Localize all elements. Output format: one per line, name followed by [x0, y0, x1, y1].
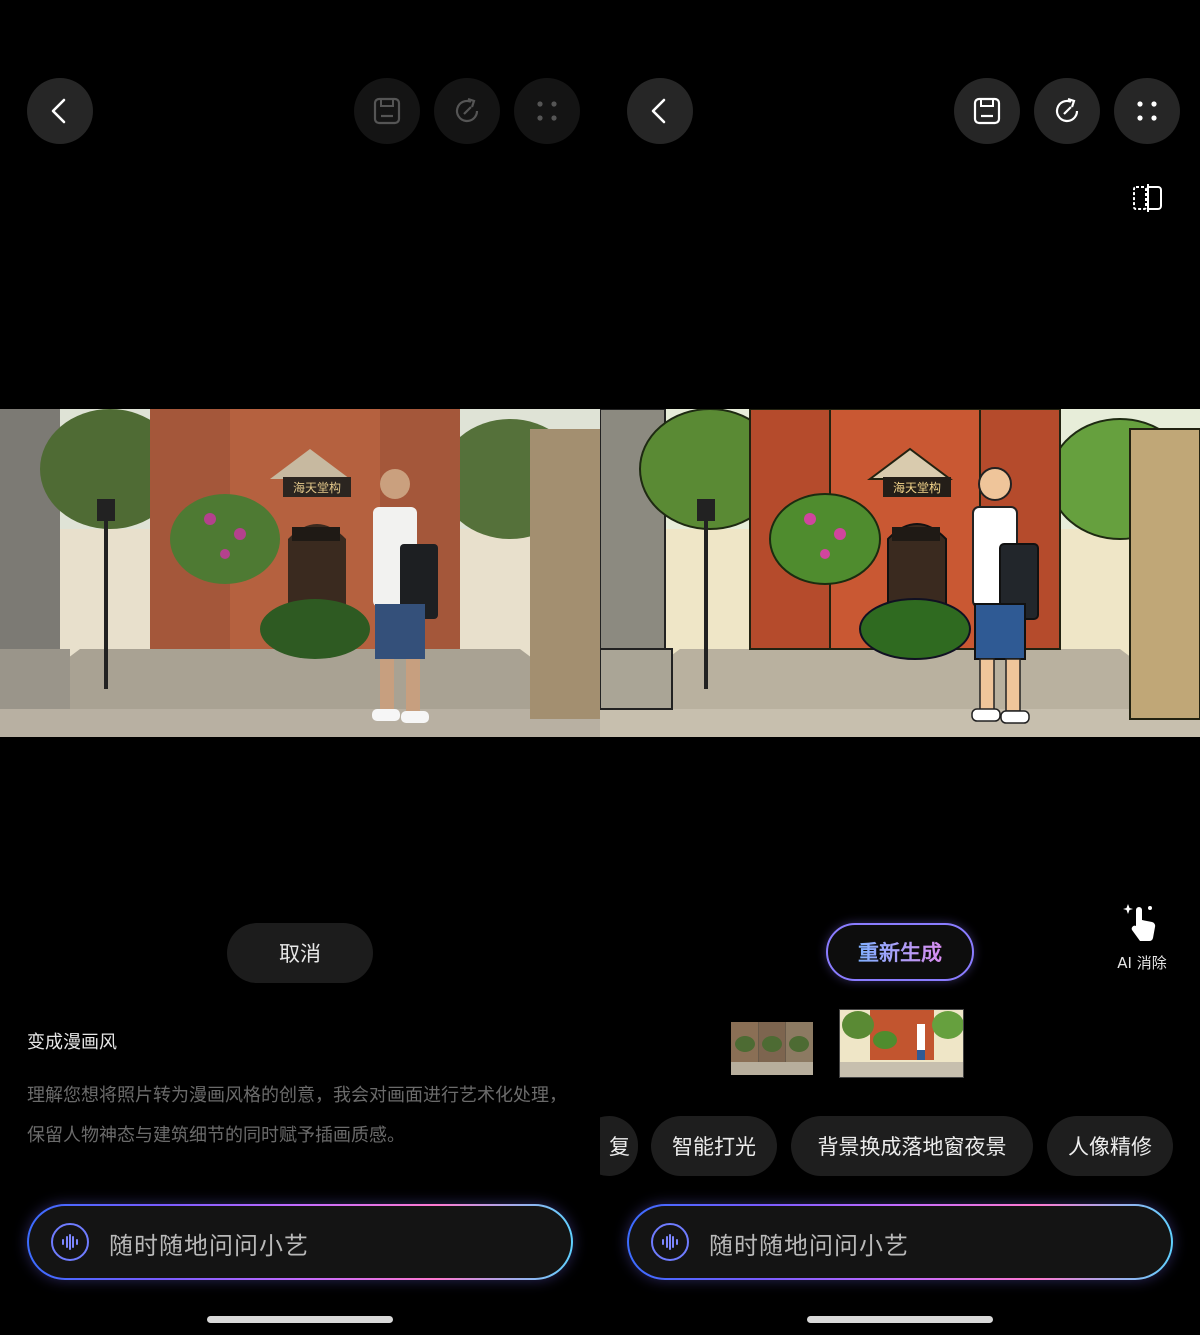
ask-xiaoyi-bar[interactable]: 随时随地问问小艺	[27, 1204, 573, 1280]
ai-erase-label: AI 消除	[1117, 954, 1167, 972]
back-button[interactable]	[627, 78, 693, 144]
grid-dots-icon	[1137, 101, 1157, 121]
grid-dots-icon	[537, 101, 557, 121]
rotate-button[interactable]	[434, 78, 500, 144]
save-button[interactable]	[954, 78, 1020, 144]
ask-placeholder: 随时随地问问小艺	[109, 1232, 309, 1260]
suggestion-chip-night-window-bg[interactable]: 背景换成落地窗夜景	[791, 1116, 1033, 1176]
original-photo[interactable]: 海天堂构	[0, 409, 600, 737]
save-button[interactable]	[354, 78, 420, 144]
rotate-icon	[455, 97, 479, 123]
regenerate-button[interactable]: 重新生成	[826, 923, 974, 981]
comic-photo[interactable]: 海天堂构	[600, 409, 1200, 737]
suggestion-chip-smart-lighting[interactable]: 智能打光	[651, 1116, 777, 1176]
cancel-button[interactable]: 取消	[227, 923, 373, 983]
voice-wave-icon[interactable]	[651, 1223, 689, 1261]
suggestion-chip-portrait-retouch[interactable]: 人像精修	[1047, 1116, 1173, 1176]
magic-hand-icon	[1123, 904, 1156, 942]
thumbnail-current[interactable]	[839, 1009, 964, 1078]
voice-wave-icon[interactable]	[51, 1223, 89, 1261]
rotate-icon	[1055, 97, 1079, 123]
ask-placeholder: 随时随地问问小艺	[709, 1232, 909, 1260]
regenerate-label: 重新生成	[858, 937, 942, 967]
more-button[interactable]	[1114, 78, 1180, 144]
task-description: 理解您想将照片转为漫画风格的创意，我会对画面进行艺术化处理，保留人物神态与建筑细…	[27, 1085, 567, 1146]
main-sign: 海天堂构	[293, 480, 341, 495]
more-button[interactable]	[514, 78, 580, 144]
main-sign: 海天堂构	[893, 480, 941, 495]
save-icon	[973, 97, 1001, 125]
rotate-button[interactable]	[1034, 78, 1100, 144]
task-title: 变成漫画风	[27, 1032, 117, 1053]
suggestion-chip-repair[interactable]: 复	[600, 1116, 638, 1176]
home-indicator[interactable]	[807, 1316, 993, 1323]
save-icon	[373, 97, 401, 125]
home-indicator[interactable]	[207, 1316, 393, 1323]
right-pane: 海天堂构 AI 消除 重新生成 复 智能打光 背景换成落地窗夜景 人像精修 随时…	[600, 0, 1200, 1335]
chevron-left-icon	[51, 98, 66, 124]
compare-icon[interactable]	[1132, 184, 1164, 212]
back-button[interactable]	[27, 78, 93, 144]
left-pane: 海天堂构 取消 变成漫画风 理解您想将照片转为漫画风格的创意，我会对画面进行艺术…	[0, 0, 600, 1335]
ai-erase-button[interactable]: AI 消除	[1107, 902, 1177, 973]
thumbnail-previous[interactable]	[731, 1022, 813, 1075]
ask-xiaoyi-bar[interactable]: 随时随地问问小艺	[627, 1204, 1173, 1280]
chevron-left-icon	[651, 98, 666, 124]
